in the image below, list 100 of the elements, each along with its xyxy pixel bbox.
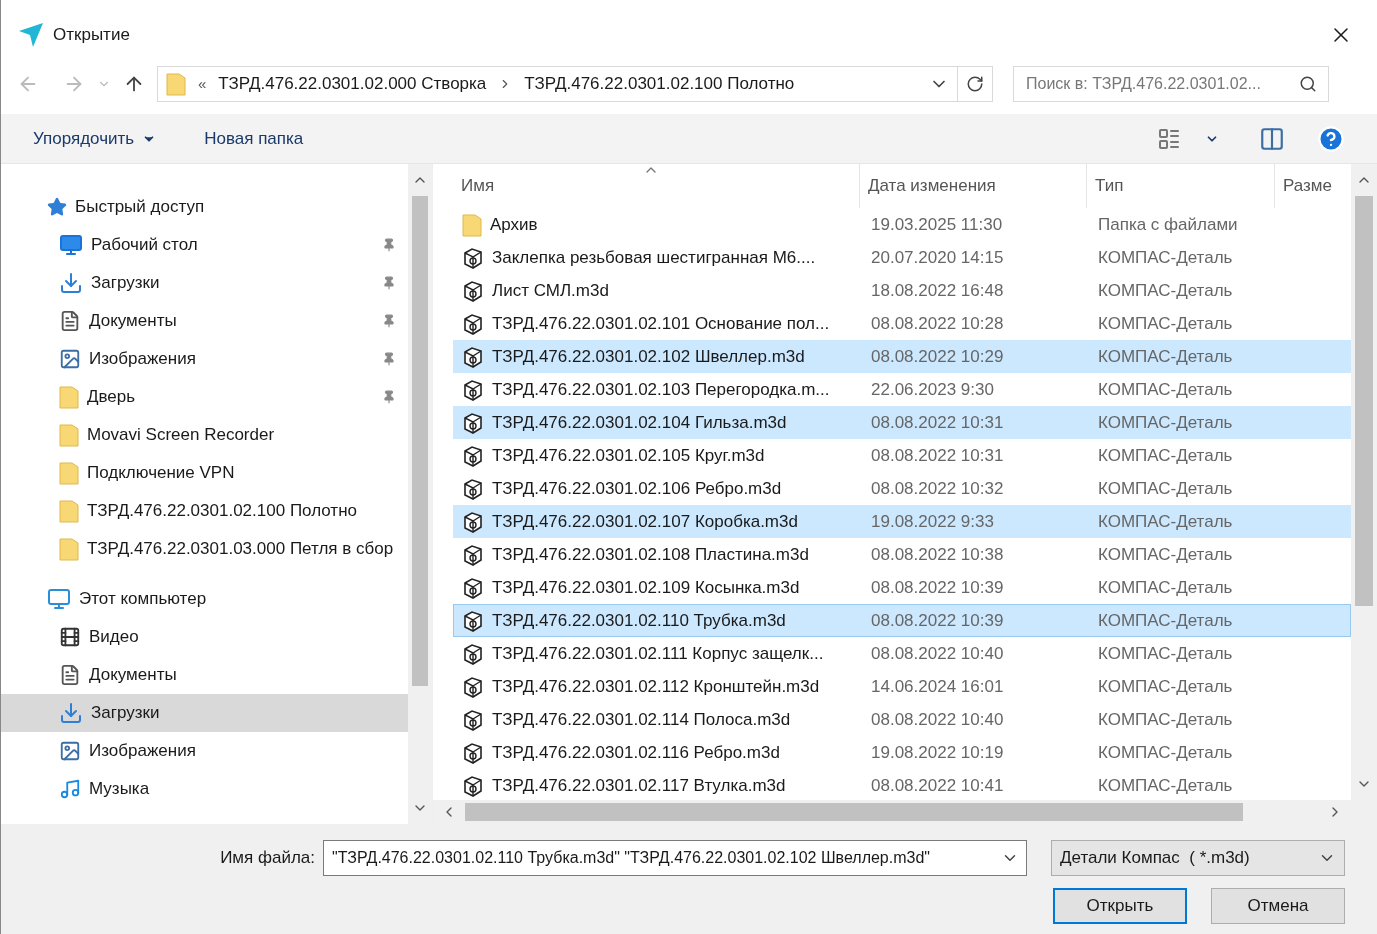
file-row[interactable]: ТЗРД.476.22.0301.02.101 Основание пол... 08.08.2022 10:28 КОМПАС-Деталь xyxy=(453,307,1351,340)
sidebar-item[interactable]: Видео xyxy=(1,618,408,656)
refresh-icon[interactable] xyxy=(966,75,984,93)
file-row[interactable]: ТЗРД.476.22.0301.02.104 Гильза.m3d 08.08.2022 10:31 КОМПАС-Деталь xyxy=(453,406,1351,439)
modified-date: 08.08.2022 10:40 xyxy=(870,708,1005,731)
modified-date: 08.08.2022 10:41 xyxy=(870,774,1005,797)
file-type: КОМПАС-Деталь xyxy=(1097,279,1234,302)
file-row[interactable]: ТЗРД.476.22.0301.02.114 Полоса.m3d 08.08.2022 10:40 КОМПАС-Деталь xyxy=(453,703,1351,736)
file-row[interactable]: ТЗРД.476.22.0301.02.116 Ребро.m3d 19.08.2022 10:19 КОМПАС-Деталь xyxy=(453,736,1351,769)
window-title: Открытие xyxy=(53,24,130,47)
file-row[interactable]: ТЗРД.476.22.0301.02.102 Швеллер.m3d 08.08.2022 10:29 КОМПАС-Деталь xyxy=(453,340,1351,373)
modified-date: 08.08.2022 10:31 xyxy=(870,444,1005,467)
sidebar-item[interactable]: Загрузки xyxy=(1,694,408,732)
file-type: КОМПАС-Деталь xyxy=(1097,642,1234,665)
folder-icon xyxy=(59,461,79,485)
horizontal-scrollbar[interactable] xyxy=(433,800,1377,824)
open-button[interactable]: Открыть xyxy=(1053,888,1187,924)
music-note-icon xyxy=(59,778,81,800)
file-row[interactable]: ТЗРД.476.22.0301.02.107 Коробка.m3d 19.08.2022 9:33 КОМПАС-Деталь xyxy=(453,505,1351,538)
file-row[interactable]: ТЗРД.476.22.0301.02.117 Втулка.m3d 08.08.2022 10:41 КОМПАС-Деталь xyxy=(453,769,1351,800)
modified-date: 08.08.2022 10:29 xyxy=(870,345,1005,368)
part-file-icon xyxy=(462,246,484,269)
address-bar[interactable]: « ТЗРД.476.22.0301.02.000 Створка ТЗРД.476.22.0301.02.100 Полотно xyxy=(157,66,993,102)
help-icon[interactable] xyxy=(1317,124,1345,153)
column-header[interactable]: Разме xyxy=(1274,164,1336,208)
file-row[interactable]: ТЗРД.476.22.0301.02.111 Корпус защелк... 08.08.2022 10:40 КОМПАС-Деталь xyxy=(453,637,1351,670)
sidebar-item[interactable]: ТЗРД.476.22.0301.02.100 Полотно xyxy=(1,492,408,530)
part-file-icon xyxy=(462,279,484,302)
sidebar-item[interactable]: Рабочий стол xyxy=(1,226,408,264)
file-row[interactable]: ТЗРД.476.22.0301.02.105 Круг.m3d 08.08.2022 10:31 КОМПАС-Деталь xyxy=(453,439,1351,472)
file-row[interactable]: Архив 19.03.2025 11:30 Папка с файлами xyxy=(453,208,1351,241)
file-name: ТЗРД.476.22.0301.02.103 Перегородка.m... xyxy=(492,378,830,401)
file-type-dropdown[interactable]: Детали Компас ( *.m3d) xyxy=(1051,840,1345,876)
file-row[interactable]: ТЗРД.476.22.0301.02.106 Ребро.m3d 08.08.2022 10:32 КОМПАС-Деталь xyxy=(453,472,1351,505)
breadcrumb[interactable]: ТЗРД.476.22.0301.02.100 Полотно xyxy=(524,71,795,97)
part-file-icon xyxy=(462,741,484,764)
preview-pane-icon[interactable] xyxy=(1259,125,1285,152)
file-row[interactable]: Лист СМЛ.m3d 18.08.2022 16:48 КОМПАС-Деталь xyxy=(453,274,1351,307)
file-name: Архив xyxy=(490,213,538,236)
file-name: ТЗРД.476.22.0301.02.112 Кронштейн.m3d xyxy=(492,675,820,698)
file-type: КОМПАС-Деталь xyxy=(1097,774,1234,797)
file-type: КОМПАС-Деталь xyxy=(1097,510,1234,533)
sidebar-item[interactable]: Документы xyxy=(1,656,408,694)
part-file-icon xyxy=(462,774,484,797)
file-name: ТЗРД.476.22.0301.02.104 Гильза.m3d xyxy=(492,411,787,434)
modified-date: 08.08.2022 10:31 xyxy=(870,411,1005,434)
file-name: ТЗРД.476.22.0301.02.108 Пластина.m3d xyxy=(492,543,809,566)
sidebar-item[interactable]: Быстрый доступ xyxy=(1,188,408,226)
breadcrumb[interactable]: ТЗРД.476.22.0301.02.000 Створка xyxy=(218,71,487,97)
file-type: КОМПАС-Деталь xyxy=(1097,576,1234,599)
file-name: ТЗРД.476.22.0301.02.109 Косынка.m3d xyxy=(492,576,800,599)
search-field[interactable]: Поиск в: ТЗРД.476.22.0301.02... xyxy=(1013,66,1329,102)
column-header[interactable]: Дата изменения xyxy=(859,164,1086,208)
app-logo-icon xyxy=(17,21,45,49)
file-type: КОМПАС-Деталь xyxy=(1097,675,1234,698)
sidebar-item[interactable]: ТЗРД.476.22.0301.03.000 Петля в сбор xyxy=(1,530,408,568)
column-header[interactable]: Тип xyxy=(1086,164,1274,208)
organize-button[interactable]: Упорядочить xyxy=(33,125,157,152)
sidebar-scrollbar[interactable] xyxy=(408,164,432,824)
file-name-field[interactable]: "ТЗРД.476.22.0301.02.110 Трубка.m3d" "ТЗРД.476.22.0301.02.102 Швеллер.m3d" xyxy=(323,840,1027,876)
modified-date: 20.07.2020 14:15 xyxy=(870,246,1005,269)
modified-date: 08.08.2022 10:38 xyxy=(870,543,1005,566)
file-name: ТЗРД.476.22.0301.02.106 Ребро.m3d xyxy=(492,477,782,500)
sidebar-item[interactable]: Изображения xyxy=(1,340,408,378)
file-name: ТЗРД.476.22.0301.02.110 Трубка.m3d xyxy=(492,609,786,632)
file-type: КОМПАС-Деталь xyxy=(1097,312,1234,335)
file-row[interactable]: ТЗРД.476.22.0301.02.108 Пластина.m3d 08.08.2022 10:38 КОМПАС-Деталь xyxy=(453,538,1351,571)
sidebar-item[interactable]: Подключение VPN xyxy=(1,454,408,492)
view-options-icon[interactable] xyxy=(1157,126,1181,151)
sidebar-item[interactable]: Загрузки xyxy=(1,264,408,302)
sidebar-item[interactable]: Документы xyxy=(1,302,408,340)
file-row[interactable]: ТЗРД.476.22.0301.02.109 Косынка.m3d 08.08.2022 10:39 КОМПАС-Деталь xyxy=(453,571,1351,604)
file-name: ТЗРД.476.22.0301.02.116 Ребро.m3d xyxy=(492,741,780,764)
part-file-icon xyxy=(462,345,484,368)
file-row[interactable]: ТЗРД.476.22.0301.02.110 Трубка.m3d 08.08.2022 10:39 КОМПАС-Деталь xyxy=(453,604,1351,637)
modified-date: 19.08.2022 10:19 xyxy=(870,741,1005,764)
file-row[interactable]: ТЗРД.476.22.0301.02.103 Перегородка.m... 22.06.2023 9:30 КОМПАС-Деталь xyxy=(453,373,1351,406)
file-row[interactable]: ТЗРД.476.22.0301.02.112 Кронштейн.m3d 14.06.2024 16:01 КОМПАС-Деталь xyxy=(453,670,1351,703)
column-header[interactable]: Имя xyxy=(453,164,859,208)
path-overflow-marker[interactable]: « xyxy=(198,72,207,96)
cancel-button[interactable]: Отмена xyxy=(1211,888,1345,924)
modified-date: 08.08.2022 10:28 xyxy=(870,312,1005,335)
sidebar-item[interactable]: Изображения xyxy=(1,732,408,770)
sidebar-item[interactable]: Этот компьютер xyxy=(1,580,408,618)
file-name: ТЗРД.476.22.0301.02.114 Полоса.m3d xyxy=(492,708,791,731)
file-type: КОМПАС-Деталь xyxy=(1097,609,1234,632)
document-icon xyxy=(59,310,81,332)
sidebar-item[interactable]: Movavi Screen Recorder xyxy=(1,416,408,454)
sidebar-item[interactable]: Музыка xyxy=(1,770,408,808)
file-name: Заклепка резьбовая шестигранная М6.... xyxy=(492,246,816,269)
modified-date: 08.08.2022 10:40 xyxy=(870,642,1005,665)
part-file-icon xyxy=(462,510,484,533)
sidebar-item[interactable]: Дверь xyxy=(1,378,408,416)
file-row[interactable]: Заклепка резьбовая шестигранная М6.... 20.07.2020 14:15 КОМПАС-Деталь xyxy=(453,241,1351,274)
star-icon xyxy=(47,197,67,217)
file-list-scrollbar[interactable] xyxy=(1351,164,1377,800)
download-icon xyxy=(59,271,83,295)
new-folder-button[interactable]: Новая папка xyxy=(204,125,304,152)
part-file-icon xyxy=(462,675,484,698)
file-name: ТЗРД.476.22.0301.02.111 Корпус защелк... xyxy=(492,642,824,665)
